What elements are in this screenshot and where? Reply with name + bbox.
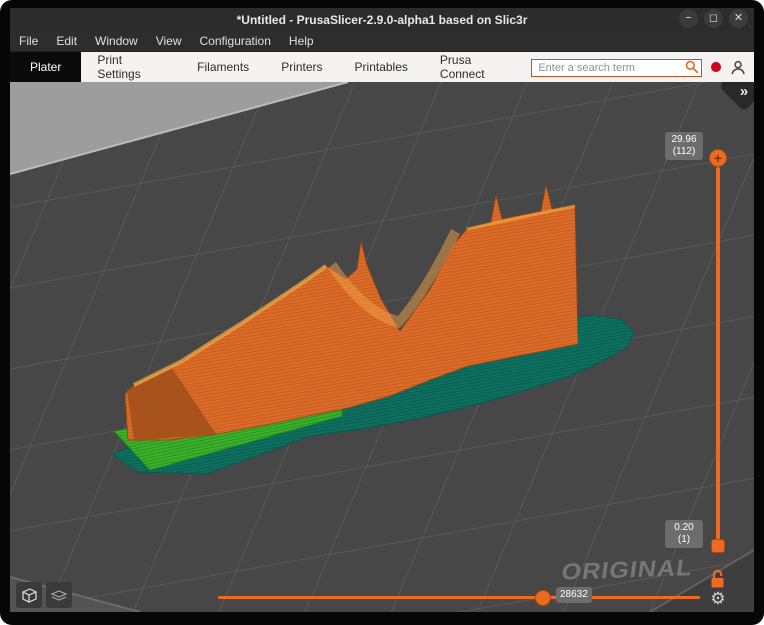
layer-slider-bottom-tooltip: 0.20 (1) (665, 520, 703, 548)
search-icon[interactable] (684, 59, 700, 75)
tab-printers[interactable]: Printers (265, 52, 338, 82)
tab-plater[interactable]: Plater (10, 52, 82, 82)
menu-configuration[interactable]: Configuration (191, 31, 280, 51)
sliced-model[interactable] (110, 184, 635, 475)
menu-window[interactable]: Window (86, 31, 147, 51)
layer-top-index: (112) (672, 146, 696, 157)
gear-icon[interactable]: ⚙ (709, 590, 727, 608)
close-icon[interactable]: ✕ (729, 9, 748, 28)
tab-filaments[interactable]: Filaments (181, 52, 265, 82)
move-slider-tooltip: 28632 (556, 587, 592, 603)
tab-print-settings[interactable]: Print Settings (81, 52, 181, 82)
move-slider-handle[interactable] (535, 590, 551, 606)
search-box (531, 58, 703, 77)
layer-bottom-index: (1) (677, 534, 691, 545)
bed-watermark: ORIGINAL (559, 554, 695, 586)
search-input[interactable] (531, 59, 703, 77)
maximize-icon[interactable]: ◻ (704, 9, 723, 28)
menu-edit[interactable]: Edit (47, 31, 86, 51)
3d-viewport[interactable]: ORIGINAL » 29.96 (112) + 0.20 (1) ⚙ 2863… (10, 82, 754, 612)
cube-icon (21, 588, 38, 603)
connection-status-dot (711, 62, 721, 72)
move-slider-track[interactable] (218, 596, 700, 599)
layer-slider-lower-handle[interactable] (711, 539, 725, 553)
user-account-icon[interactable] (730, 59, 746, 76)
menu-help[interactable]: Help (280, 31, 323, 51)
menu-bar: File Edit Window View Configuration Help (10, 31, 754, 52)
app-window: *Untitled - PrusaSlicer-2.9.0-alpha1 bas… (0, 0, 764, 625)
tab-bar: Plater Print Settings Filaments Printers… (10, 52, 754, 82)
layer-slider-top-tooltip: 29.96 (112) (665, 132, 703, 160)
menu-file[interactable]: File (10, 31, 47, 51)
menu-view[interactable]: View (147, 31, 191, 51)
tab-prusa-connect[interactable]: Prusa Connect (424, 52, 531, 82)
title-bar[interactable]: *Untitled - PrusaSlicer-2.9.0-alpha1 bas… (10, 8, 754, 31)
scene-canvas[interactable] (10, 82, 754, 612)
lock-icon[interactable] (709, 569, 727, 589)
window-controls: − ◻ ✕ (679, 9, 748, 28)
view-layers-button[interactable] (46, 582, 72, 608)
layer-bottom-height: 0.20 (674, 522, 694, 533)
window-title: *Untitled - PrusaSlicer-2.9.0-alpha1 bas… (236, 12, 528, 27)
layer-top-height: 29.96 (671, 134, 697, 145)
view-3d-button[interactable] (16, 582, 42, 608)
layer-slider-upper-handle[interactable]: + (709, 149, 727, 167)
layer-slider-track[interactable] (716, 167, 720, 540)
minimize-icon[interactable]: − (679, 9, 698, 28)
layers-icon (50, 590, 68, 601)
tab-printables[interactable]: Printables (339, 52, 424, 82)
collapse-chevrons-icon[interactable]: » (733, 83, 754, 100)
